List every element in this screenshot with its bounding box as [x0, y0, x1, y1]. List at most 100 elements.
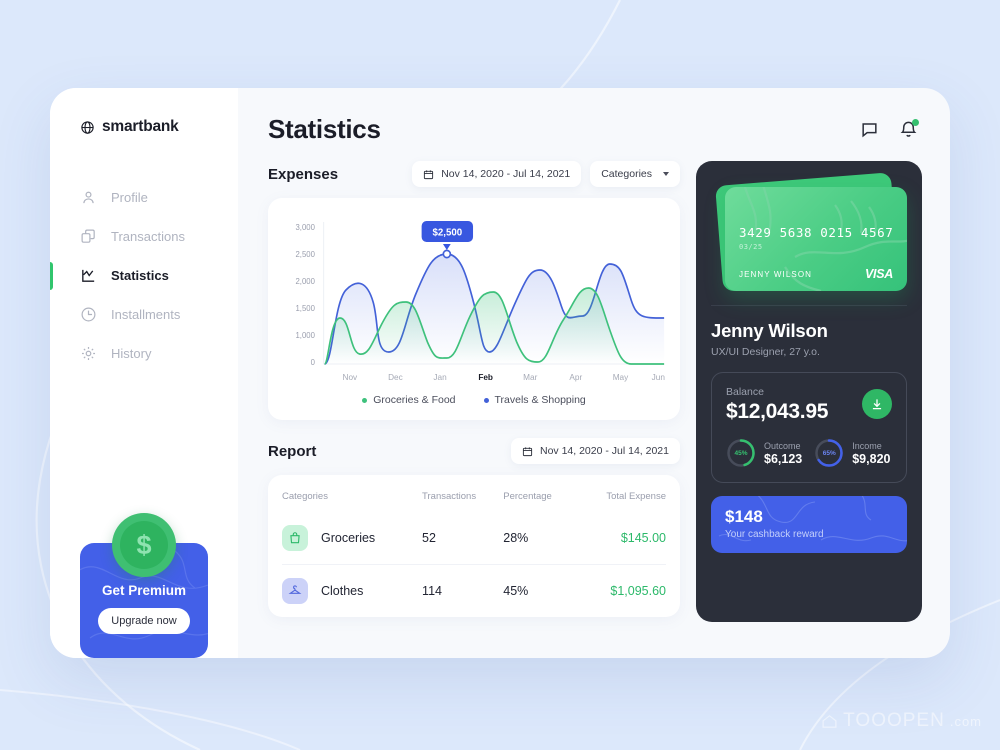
- legend-item-groceries[interactable]: Groceries & Food: [362, 394, 456, 406]
- sidebar: smartbank Profile Transactions Statistic…: [50, 88, 238, 658]
- credit-cards-stack: 3429 5638 0215 4567 03/25 JENNY WILSON V…: [711, 172, 907, 299]
- sidebar-item-label: Transactions: [111, 229, 185, 244]
- card-expiry: 03/25: [739, 243, 763, 251]
- app-window: smartbank Profile Transactions Statistic…: [50, 88, 950, 658]
- balance-card: Balance $12,043.95 45% Outcome $6,123 65…: [711, 372, 907, 483]
- expenses-date-label: Nov 14, 2020 - Jul 14, 2021: [441, 168, 571, 180]
- x-tick-active: Feb: [478, 372, 493, 382]
- sidebar-item-installments[interactable]: Installments: [50, 295, 238, 334]
- sidebar-item-label: Installments: [111, 307, 181, 322]
- chart-x-axis: Nov Dec Jan Feb Mar Apr May Jun: [343, 372, 666, 382]
- watermark-suffix: .com: [949, 713, 982, 729]
- profile-role: UX/UI Designer, 27 y.o.: [711, 346, 820, 358]
- main-content: Statistics Expenses Nov 14, 2020 - Jul 1…: [238, 88, 950, 658]
- row-category: Clothes: [321, 584, 364, 598]
- chart-tooltip[interactable]: $2,500: [421, 221, 474, 259]
- sidebar-nav: Profile Transactions Statistics Installm…: [50, 178, 238, 373]
- sidebar-item-profile[interactable]: Profile: [50, 178, 238, 217]
- report-table: Categories Transactions Percentage Total…: [282, 479, 666, 617]
- message-icon[interactable]: [860, 120, 879, 139]
- income-ring: 65%: [814, 438, 844, 468]
- row-percentage: 28%: [503, 531, 529, 545]
- expenses-header: Expenses Nov 14, 2020 - Jul 14, 2021 Cat…: [268, 161, 680, 187]
- stat-outcome: 45% Outcome $6,123: [726, 438, 802, 468]
- outcome-percent: 45%: [734, 449, 748, 457]
- left-column: Expenses Nov 14, 2020 - Jul 14, 2021 Cat…: [268, 161, 680, 622]
- svg-text:2,500: 2,500: [296, 250, 316, 259]
- dollar-coin-icon: $: [112, 513, 176, 577]
- calendar-icon: [424, 169, 434, 179]
- user-icon: [83, 191, 94, 204]
- premium-promo: $ Get Premium Upgrade now: [80, 513, 208, 658]
- report-title: Report: [268, 442, 317, 460]
- svg-text:2,000: 2,000: [296, 277, 316, 286]
- report-date-range[interactable]: Nov 14, 2020 - Jul 14, 2021: [510, 438, 680, 464]
- hanger-icon: [282, 578, 308, 604]
- expenses-controls: Nov 14, 2020 - Jul 14, 2021 Categories: [412, 161, 680, 187]
- sidebar-item-statistics[interactable]: Statistics: [50, 256, 238, 295]
- outcome-ring: 45%: [726, 438, 756, 468]
- column-header-percentage: Percentage: [503, 491, 552, 502]
- svg-text:0: 0: [311, 358, 316, 367]
- x-tick: May: [613, 372, 629, 382]
- table-row[interactable]: Clothes 114 45% $1,095.60: [282, 564, 666, 617]
- svg-text:3,000: 3,000: [296, 223, 316, 232]
- chart-legend: Groceries & Food Travels & Shopping: [280, 394, 668, 410]
- cashback-label: Your cashback reward: [725, 529, 824, 540]
- outcome-label: Outcome: [764, 440, 801, 451]
- income-label: Income: [852, 440, 882, 451]
- x-tick: Mar: [523, 372, 537, 382]
- x-tick: Jan: [433, 372, 447, 382]
- brand-name: smartbank: [102, 118, 179, 135]
- home-icon: [822, 714, 837, 728]
- sidebar-item-history[interactable]: History: [50, 334, 238, 373]
- cashback-card[interactable]: $148 Your cashback reward: [711, 496, 907, 553]
- stat-income: 65% Income $9,820: [814, 438, 890, 468]
- legend-label: Travels & Shopping: [494, 394, 586, 406]
- brand-logo[interactable]: smartbank: [50, 118, 238, 136]
- gear-icon: [81, 346, 96, 361]
- column-header-categories: Categories: [282, 491, 328, 502]
- row-total: $145.00: [620, 531, 666, 545]
- report-section: Report Nov 14, 2020 - Jul 14, 2021 Categ…: [268, 438, 680, 617]
- expenses-date-range[interactable]: Nov 14, 2020 - Jul 14, 2021: [412, 161, 582, 187]
- x-tick: Apr: [569, 372, 582, 382]
- balance-stats: 45% Outcome $6,123 65% Income $9,820: [726, 438, 892, 468]
- legend-item-travels[interactable]: Travels & Shopping: [483, 394, 586, 406]
- topbar-icons: [860, 119, 919, 139]
- x-tick: Dec: [388, 372, 403, 382]
- calendar-icon: [522, 446, 533, 456]
- income-value: $9,820: [852, 451, 891, 466]
- notification-dot: [912, 119, 919, 126]
- expenses-area-chart[interactable]: 3,000 2,500 2,000 1,500 1,000 0 $2,500 N…: [280, 212, 668, 387]
- copy-icon: [81, 229, 95, 243]
- report-date-label: Nov 14, 2020 - Jul 14, 2021: [539, 445, 669, 457]
- row-transactions: 114: [422, 564, 504, 617]
- outcome-value: $6,123: [764, 451, 803, 466]
- watermark: TOOOPEN .com: [821, 710, 982, 732]
- table-row[interactable]: Groceries 52 28% $145.00: [282, 512, 666, 565]
- income-percent: 65%: [822, 449, 836, 457]
- row-transactions: 52: [422, 531, 436, 545]
- svg-text:1,500: 1,500: [296, 304, 316, 313]
- report-table-card: Categories Transactions Percentage Total…: [268, 475, 680, 617]
- chart-tooltip-value: $2,500: [433, 227, 463, 238]
- upgrade-now-button[interactable]: Upgrade now: [98, 608, 190, 634]
- credit-card-front[interactable]: 3429 5638 0215 4567 03/25 JENNY WILSON V…: [725, 187, 907, 291]
- row-category: Groceries: [321, 531, 376, 545]
- legend-label: Groceries & Food: [373, 394, 456, 406]
- globe-icon: [81, 120, 94, 134]
- page-title: Statistics: [268, 114, 381, 144]
- expenses-title: Expenses: [268, 165, 339, 183]
- download-button[interactable]: [862, 389, 892, 419]
- sidebar-item-transactions[interactable]: Transactions: [50, 217, 238, 256]
- column-header-transactions: Transactions: [422, 491, 477, 502]
- chevron-down-icon: [663, 172, 669, 176]
- sidebar-item-label: Statistics: [111, 268, 169, 283]
- content-columns: Expenses Nov 14, 2020 - Jul 14, 2021 Cat…: [268, 161, 950, 622]
- chart-y-axis: 3,000 2,500 2,000 1,500 1,000 0: [296, 223, 316, 367]
- notification-bell[interactable]: [899, 119, 919, 139]
- card-holder: JENNY WILSON: [739, 270, 813, 279]
- categories-filter[interactable]: Categories: [590, 161, 680, 187]
- profile-name: Jenny Wilson: [711, 320, 828, 341]
